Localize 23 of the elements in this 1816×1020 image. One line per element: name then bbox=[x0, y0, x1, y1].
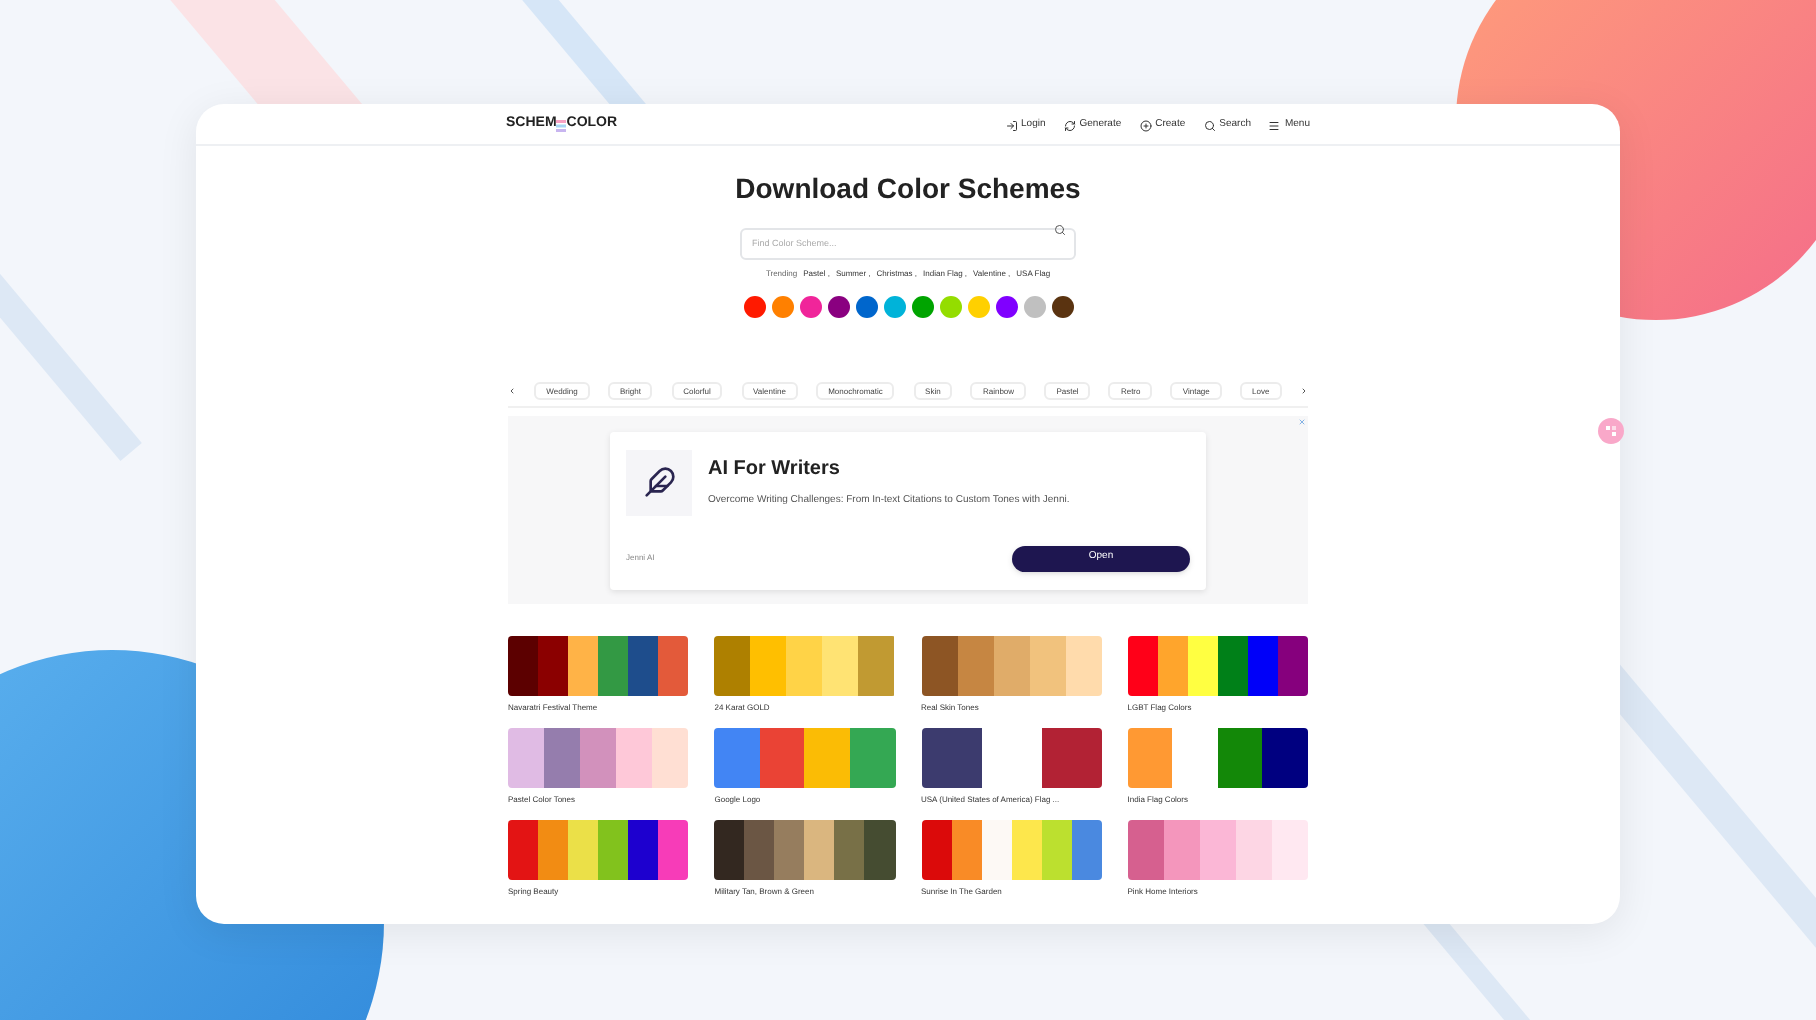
palette-swatch[interactable] bbox=[714, 728, 895, 788]
logo-stripes-icon bbox=[556, 119, 567, 131]
squares-icon bbox=[1606, 426, 1616, 436]
page-title: Download Color Schemes bbox=[735, 170, 1081, 206]
palette-swatch[interactable] bbox=[1127, 636, 1308, 696]
palette-swatch[interactable] bbox=[714, 636, 895, 696]
login-icon bbox=[1005, 119, 1018, 131]
menu-icon bbox=[1268, 119, 1281, 131]
palette-swatch[interactable] bbox=[921, 728, 1102, 788]
palette-swatch[interactable] bbox=[1127, 820, 1308, 880]
search-icon bbox=[1054, 224, 1066, 236]
palette-swatch[interactable] bbox=[714, 820, 895, 880]
search-icon bbox=[1203, 119, 1216, 131]
ad-title: AI For Writers bbox=[708, 455, 842, 483]
palette-swatch[interactable] bbox=[508, 728, 689, 788]
palette-swatch[interactable] bbox=[1127, 728, 1308, 788]
plus-circle-icon bbox=[1139, 119, 1152, 131]
feather-icon bbox=[643, 466, 675, 498]
palette-swatch[interactable] bbox=[508, 820, 689, 880]
palette-swatch[interactable] bbox=[921, 820, 1102, 880]
palette-swatch[interactable] bbox=[508, 636, 689, 696]
palette-swatch[interactable] bbox=[921, 636, 1102, 696]
refresh-icon bbox=[1063, 119, 1076, 131]
